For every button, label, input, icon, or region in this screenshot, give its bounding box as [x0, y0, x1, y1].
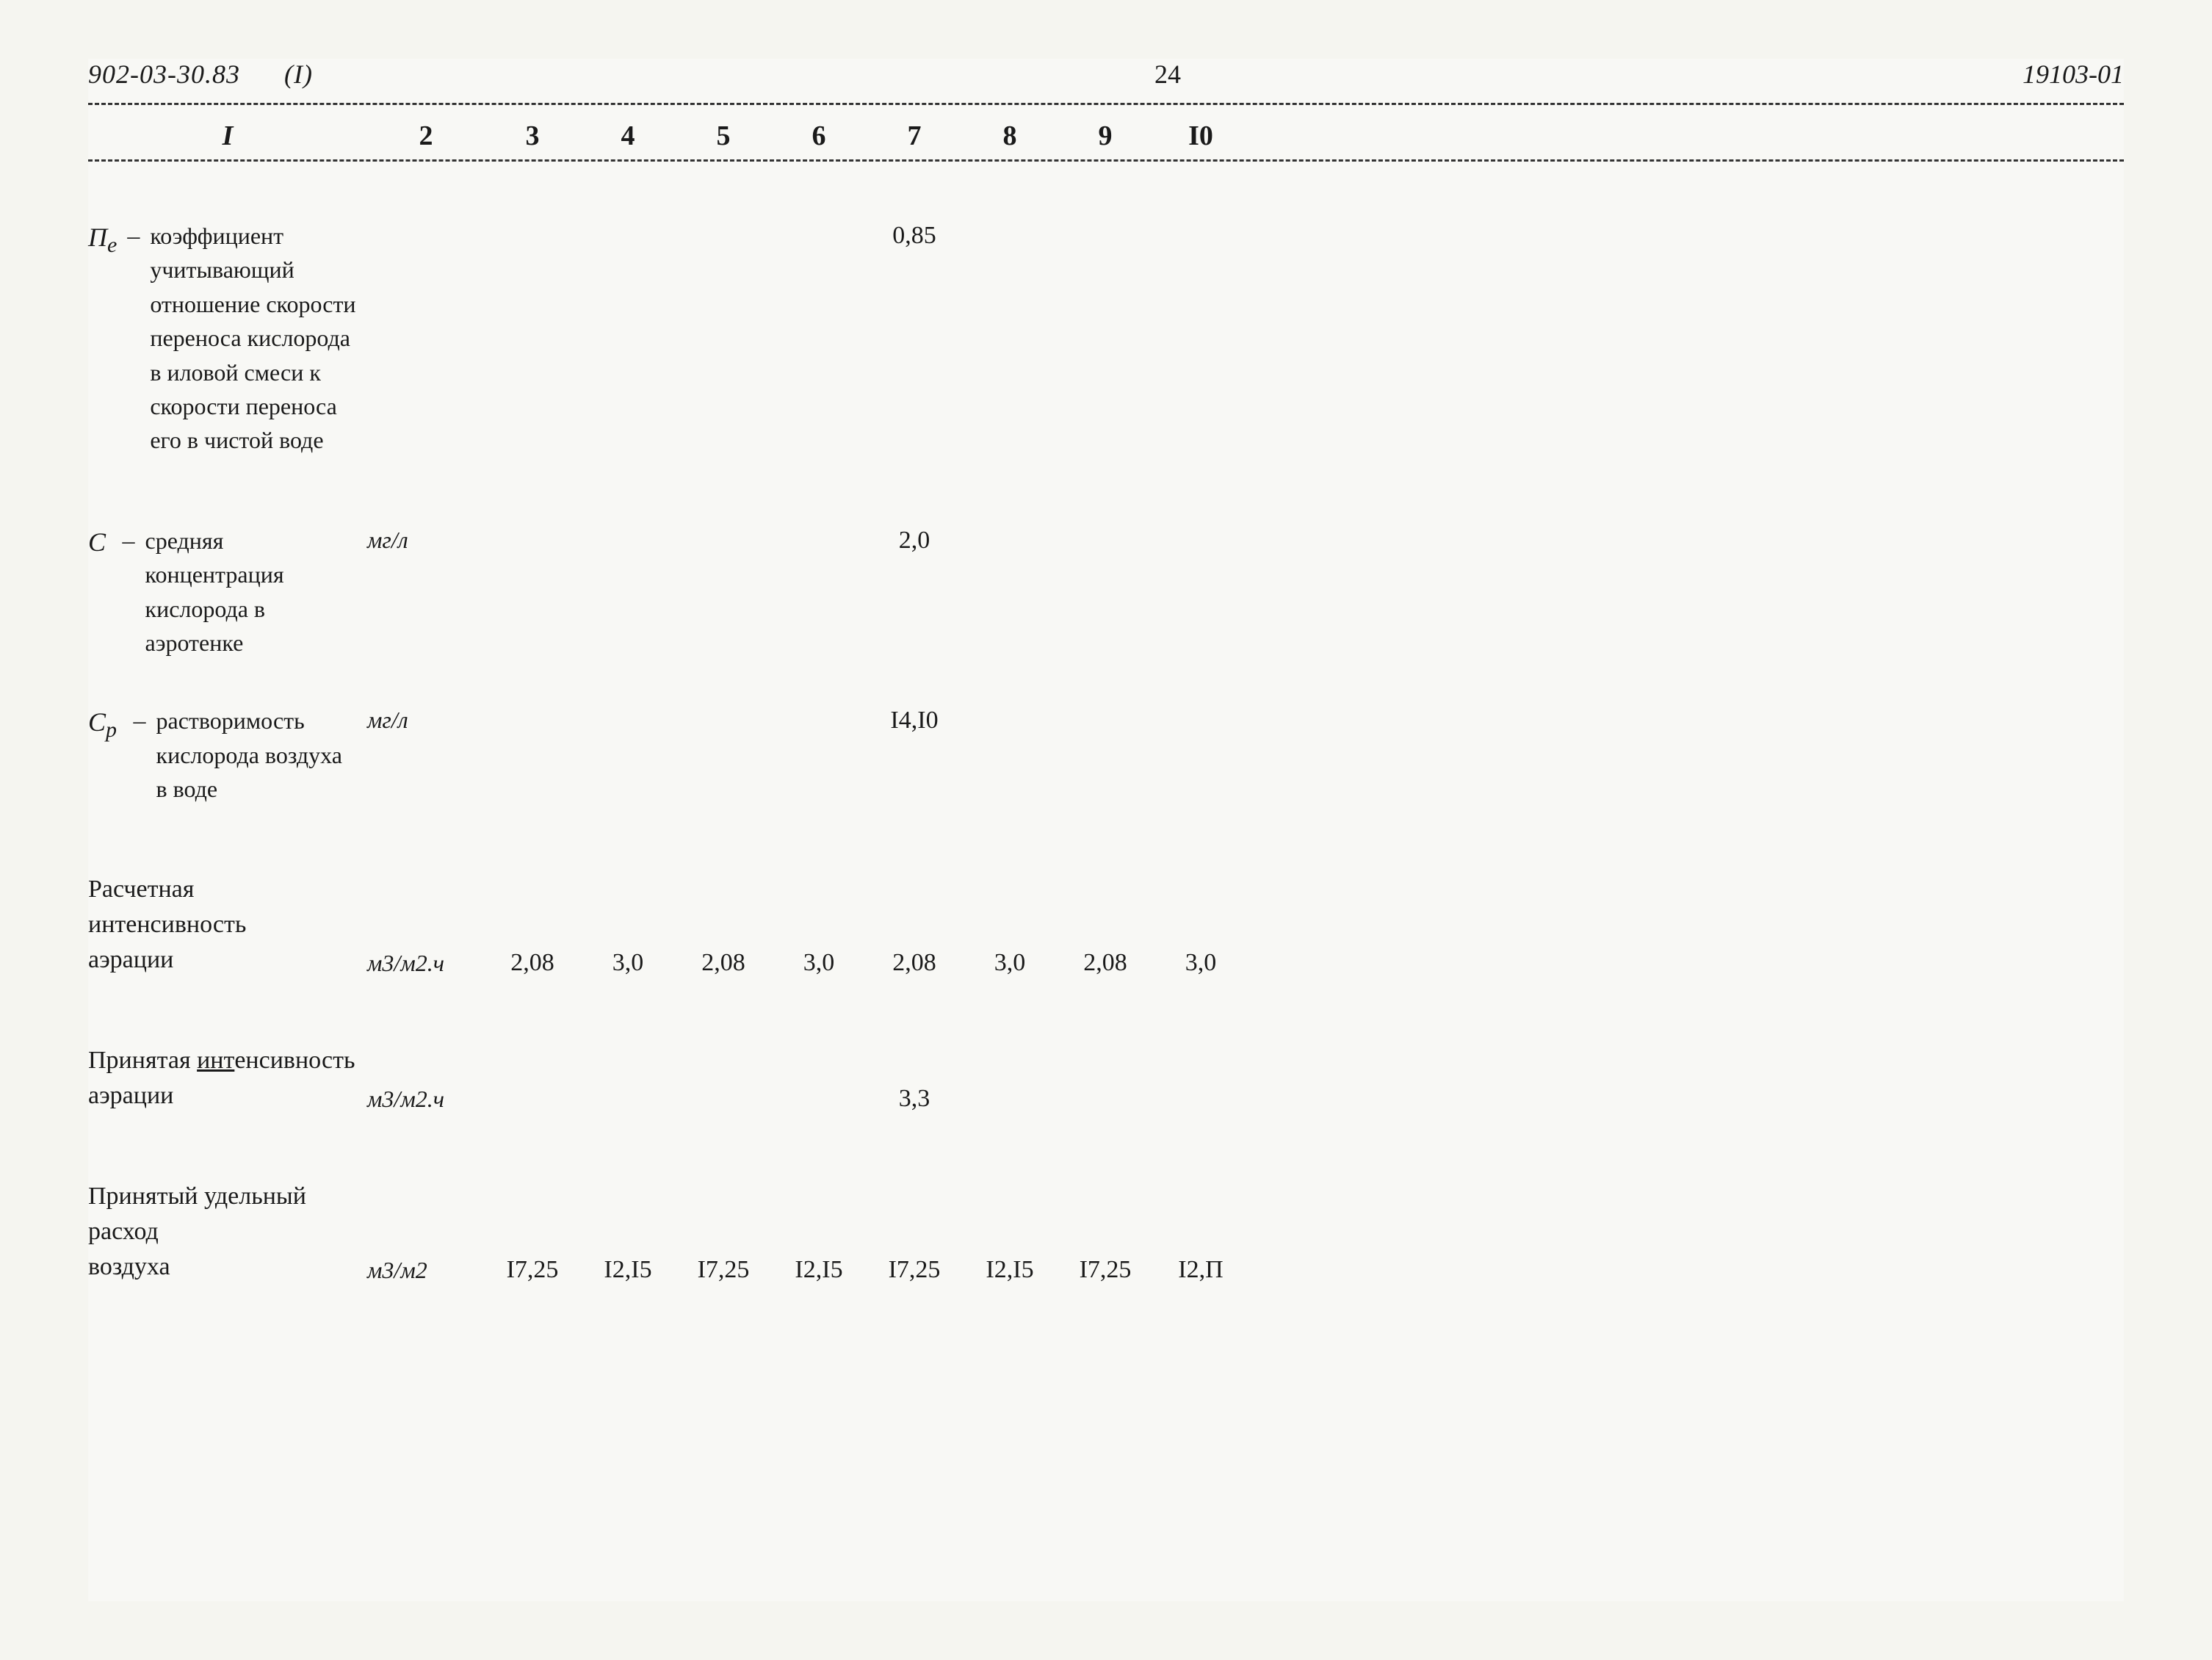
intensity-accepted-val-9 [1153, 1110, 1248, 1113]
intensity-accepted-val-8 [1058, 1110, 1153, 1113]
intensity-calc-val-8: 2,08 [1058, 946, 1153, 977]
intensity-calc-val-9: 3,0 [1153, 946, 1248, 977]
col-header-6: 6 [771, 120, 867, 152]
C-val-2 [485, 524, 580, 527]
col-header-2: 2 [367, 120, 485, 152]
air-specific-val-2: I7,25 [485, 1253, 580, 1284]
n2-label: Пе – коэффициент учитывающий отношение с… [88, 219, 367, 458]
row-intensity-calc: Расчетная интенсивность аэрации м3/м2.ч … [88, 872, 2124, 977]
air-specific-line2: воздуха [88, 1249, 356, 1285]
Cp-val-6: I4,I0 [867, 704, 962, 735]
intensity-calc-val-7: 3,0 [962, 946, 1058, 977]
intensity-accepted-line2: аэрации [88, 1078, 356, 1114]
intensity-calc-val-2: 2,08 [485, 946, 580, 977]
air-specific-line1: Принятый удельный расход [88, 1179, 356, 1249]
col-header-3: 3 [485, 120, 580, 152]
n2-val-5 [771, 219, 867, 222]
bottom-header-dashed-rule [88, 159, 2124, 162]
C-val-8 [1058, 524, 1153, 527]
air-specific-val-8: I7,25 [1058, 1253, 1153, 1284]
Cp-val-9 [1153, 704, 1248, 707]
intensity-accepted-val-3 [580, 1110, 676, 1113]
air-specific-val-4: I7,25 [676, 1253, 771, 1284]
Cp-val-4 [676, 704, 771, 707]
n2-description: коэффициент учитывающий отношение скорос… [150, 219, 356, 458]
Cp-val-3 [580, 704, 676, 707]
row-air-specific: Принятый удельный расход воздуха м3/м2 I… [88, 1179, 2124, 1284]
document-page: 902-03-30.83 (I) 24 19103-01 I 2 3 4 5 6… [88, 59, 2124, 1601]
n2-unit [367, 219, 485, 222]
n2-val-9 [1153, 219, 1248, 222]
header: 902-03-30.83 (I) 24 19103-01 [88, 59, 2124, 90]
Cp-val-5 [771, 704, 867, 707]
Cp-val-8 [1058, 704, 1153, 707]
row-C: C – средняя концентрация кислорода в аэр… [88, 524, 2124, 660]
Cp-val-7 [962, 704, 1058, 707]
intensity-calc-label: Расчетная интенсивность аэрации [88, 872, 367, 977]
C-val-5 [771, 524, 867, 527]
C-val-4 [676, 524, 771, 527]
air-specific-val-9: I2,П [1153, 1253, 1248, 1284]
n2-val-8 [1058, 219, 1153, 222]
intensity-calc-val-3: 3,0 [580, 946, 676, 977]
intensity-calc-val-4: 2,08 [676, 946, 771, 977]
C-val-7 [962, 524, 1058, 527]
air-specific-label: Принятый удельный расход воздуха [88, 1179, 367, 1284]
doc-number: 902-03-30.83 (I) [88, 59, 313, 90]
page-number: 24 [1154, 59, 1181, 90]
intensity-accepted-val-4 [676, 1110, 771, 1113]
n2-val-6: 0,85 [867, 219, 962, 250]
air-specific-val-3: I2,I5 [580, 1253, 676, 1284]
intensity-accepted-val-6: 3,3 [867, 1082, 962, 1113]
n2-val-2 [485, 219, 580, 222]
intensity-accepted-val-7 [962, 1110, 1058, 1113]
col-header-9: 9 [1058, 120, 1153, 152]
col-header-7: 7 [867, 120, 962, 152]
sheet-number: 19103-01 [2023, 59, 2124, 90]
n2-val-3 [580, 219, 676, 222]
intensity-calc-line1: Расчетная интенсивность [88, 872, 356, 942]
n2-val-4 [676, 219, 771, 222]
row-Cp: Cр – растворимость кислоро­да воздуха в … [88, 704, 2124, 806]
doc-type-text: (I) [284, 59, 313, 89]
intensity-accepted-val-2 [485, 1110, 580, 1113]
row-intensity-accepted: Принятая интенсивность аэрации м3/м2.ч 3… [88, 1043, 2124, 1113]
intensity-calc-line2: аэрации [88, 942, 356, 978]
intensity-accepted-unit: м3/м2.ч [367, 1083, 485, 1113]
Cp-description: растворимость кислоро­да воздуха в воде [156, 704, 356, 806]
intensity-accepted-line1: Принятая интенсивность [88, 1043, 356, 1078]
C-description: средняя концентрация кислорода в аэротен… [145, 524, 356, 660]
air-specific-val-7: I2,I5 [962, 1253, 1058, 1284]
intensity-calc-val-5: 3,0 [771, 946, 867, 977]
C-val-6: 2,0 [867, 524, 962, 555]
col-header-4: 4 [580, 120, 676, 152]
air-specific-val-5: I2,I5 [771, 1253, 867, 1284]
C-label: C – средняя концентрация кислорода в аэр… [88, 524, 367, 660]
Cp-unit: мг/л [367, 704, 485, 734]
intensity-calc-unit: м3/м2.ч [367, 947, 485, 977]
Cp-symbol: Cр [88, 704, 117, 746]
top-dashed-rule [88, 103, 2124, 105]
row-n2: Пе – коэффициент учитывающий отношение с… [88, 219, 2124, 458]
col-header-8: 8 [962, 120, 1058, 152]
n2-val-7 [962, 219, 1058, 222]
C-unit: мг/л [367, 524, 485, 554]
col-header-1: I [88, 120, 367, 152]
n2-symbol: Пе [88, 219, 117, 261]
intensity-calc-val-6: 2,08 [867, 946, 962, 977]
air-specific-unit: м3/м2 [367, 1254, 485, 1284]
C-symbol: C [88, 524, 106, 560]
col-header-5: 5 [676, 120, 771, 152]
intensity-accepted-label: Принятая интенсивность аэрации [88, 1043, 367, 1113]
Cp-label: Cр – растворимость кислоро­да воздуха в … [88, 704, 367, 806]
air-specific-val-6: I7,25 [867, 1253, 962, 1284]
doc-number-text: 902-03-30.83 [88, 59, 240, 89]
intensity-accepted-val-5 [771, 1110, 867, 1113]
Cp-val-2 [485, 704, 580, 707]
column-headers: I 2 3 4 5 6 7 8 9 I0 [88, 120, 2124, 152]
C-val-3 [580, 524, 676, 527]
C-val-9 [1153, 524, 1248, 527]
col-header-10: I0 [1153, 120, 1248, 152]
